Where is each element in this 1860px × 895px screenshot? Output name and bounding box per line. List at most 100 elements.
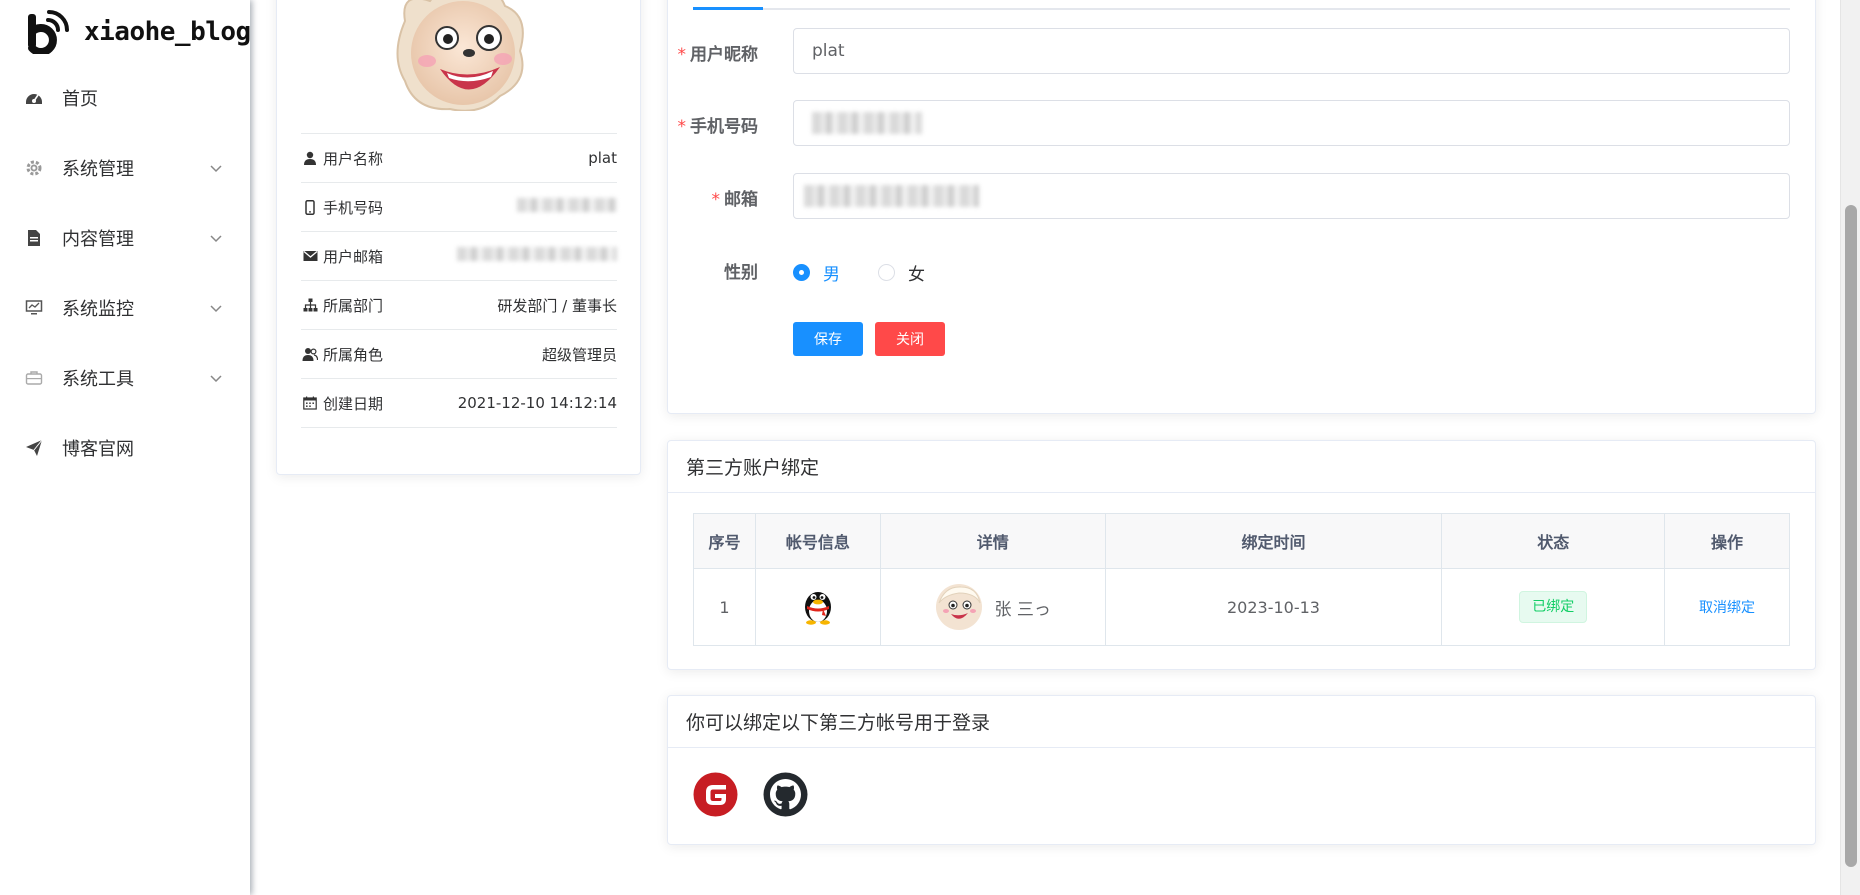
paper-plane-icon: [24, 438, 44, 458]
radio-dot: [878, 264, 895, 281]
cell-account: [754, 568, 881, 646]
nickname-input[interactable]: plat: [793, 28, 1790, 74]
profile-row-label: 手机号码: [323, 198, 384, 217]
sidebar-item-label: 系统工具: [62, 369, 134, 390]
column-header: 操作: [1664, 513, 1790, 569]
user-icon: [301, 149, 319, 167]
profile-row-value-redacted: [457, 247, 617, 265]
profile-edit-card: * 用户昵称 plat * 手机号码 * 邮箱 性别 男 女 保存 关闭: [667, 0, 1816, 414]
email-input[interactable]: [793, 173, 1790, 219]
login-options-card: 你可以绑定以下第三方帐号用于登录: [667, 695, 1816, 845]
logo-icon: [26, 10, 70, 56]
profile-row-value: plat: [588, 149, 617, 167]
sidebar-item-label: 系统管理: [62, 159, 134, 180]
profile-row-username: 用户名称 plat: [301, 134, 617, 183]
nickname-value: plat: [812, 41, 845, 61]
phone-value-redacted: [812, 112, 922, 134]
profile-row-label: 用户名称: [323, 149, 384, 168]
profile-row-label: 所属部门: [323, 296, 384, 315]
sidebar-item-tools[interactable]: 系统工具: [0, 343, 250, 413]
phone-icon: [301, 198, 319, 216]
status-badge: 已绑定: [1519, 591, 1588, 623]
table-row: 1 张 三っ 2023-10-13 已绑定 取消绑定: [693, 568, 1790, 646]
sidebar-item-home[interactable]: 首页: [0, 63, 250, 133]
monitor-icon: [24, 298, 44, 318]
sidebar-item-system[interactable]: 系统管理: [0, 133, 250, 203]
profile-row-value: 超级管理员: [541, 345, 617, 364]
form-row-email: * 邮箱: [668, 173, 1817, 219]
cell-detail: 张 三っ: [879, 568, 1106, 646]
chevron-down-icon: [210, 305, 222, 313]
close-button[interactable]: 关闭: [875, 322, 945, 356]
profile-row-label: 用户邮箱: [323, 247, 384, 266]
tab-bar-divider: [693, 8, 1790, 10]
phone-label: * 手机号码: [677, 117, 759, 137]
profile-card: 用户名称 plat 手机号码 用户邮箱 所属部门 研发部门 / 董事长 所属角色…: [276, 0, 641, 475]
profile-row-value: 2021-12-10 14:12:14: [457, 394, 617, 412]
vertical-scrollbar[interactable]: [1840, 0, 1860, 895]
logo[interactable]: xiaohe_blog: [26, 10, 251, 56]
card-title: 第三方账户绑定: [668, 441, 1815, 493]
sidebar: xiaohe_blog 首页 系统管理 内容管理 系统监控 系统工具 博客官网: [0, 0, 251, 895]
nickname-label: * 用户昵称: [677, 45, 759, 65]
scrollbar-thumb[interactable]: [1845, 205, 1857, 867]
qq-penguin-icon: [804, 592, 831, 625]
profile-row-created: 创建日期 2021-12-10 14:12:14: [301, 379, 617, 428]
profile-row-dept: 所属部门 研发部门 / 董事长: [301, 281, 617, 330]
table-header-row: 序号 帐号信息 详情 绑定时间 状态 操作: [693, 513, 1790, 569]
form-row-nickname: * 用户昵称 plat: [668, 28, 1817, 74]
column-header: 详情: [879, 513, 1106, 569]
sidebar-item-monitor[interactable]: 系统监控: [0, 273, 250, 343]
github-icon[interactable]: [763, 772, 808, 817]
chevron-down-icon: [210, 235, 222, 243]
gear-icon: [24, 158, 44, 178]
document-icon: [24, 228, 44, 248]
mail-icon: [301, 247, 319, 265]
sidebar-item-blog-site[interactable]: 博客官网: [0, 413, 250, 483]
column-header: 帐号信息: [754, 513, 881, 569]
profile-row-label: 创建日期: [323, 394, 384, 413]
phone-input[interactable]: [793, 100, 1790, 146]
chevron-down-icon: [210, 375, 222, 383]
profile-row-email: 用户邮箱: [301, 232, 617, 281]
radio-label: 男: [823, 265, 840, 285]
sidebar-item-label: 内容管理: [62, 229, 134, 250]
bound-user-name: 张 三っ: [994, 599, 1051, 620]
radio-dot-checked: [793, 264, 810, 281]
provider-icons: [693, 772, 808, 817]
sidebar-item-label: 博客官网: [62, 439, 134, 460]
chevron-down-icon: [210, 165, 222, 173]
users-icon: [301, 345, 319, 363]
column-header: 序号: [693, 513, 756, 569]
sidebar-item-content[interactable]: 内容管理: [0, 203, 250, 273]
sidebar-menu: 首页 系统管理 内容管理 系统监控 系统工具 博客官网: [0, 63, 250, 483]
toolbox-icon: [24, 368, 44, 388]
email-value-redacted: [804, 185, 979, 207]
profile-row-label: 所属角色: [323, 345, 384, 364]
user-avatar: [935, 584, 982, 630]
profile-row-value: 研发部门 / 董事长: [497, 296, 617, 315]
card-title: 你可以绑定以下第三方帐号用于登录: [668, 696, 1815, 748]
gender-radio-male[interactable]: 男: [793, 260, 840, 285]
gender-label: 性别: [724, 263, 758, 283]
form-row-phone: * 手机号码: [668, 100, 1817, 146]
app-name: xiaohe_blog: [84, 17, 251, 47]
third-party-binding-card: 第三方账户绑定 序号 帐号信息 详情 绑定时间 状态 操作 1 张 三っ 202…: [667, 440, 1816, 670]
sidebar-item-label: 首页: [62, 89, 98, 110]
form-row-gender: 性别 男 女: [668, 246, 1817, 292]
gender-radio-female[interactable]: 女: [878, 260, 925, 285]
avatar[interactable]: [385, 0, 535, 112]
profile-info-list: 用户名称 plat 手机号码 用户邮箱 所属部门 研发部门 / 董事长 所属角色…: [301, 133, 617, 428]
profile-row-value-redacted: [517, 198, 617, 216]
email-label: * 邮箱: [711, 190, 759, 210]
profile-row-phone: 手机号码: [301, 183, 617, 232]
binding-table: 序号 帐号信息 详情 绑定时间 状态 操作 1 张 三っ 2023-10-13 …: [693, 513, 1790, 646]
column-header: 绑定时间: [1104, 513, 1443, 569]
gitee-icon[interactable]: [693, 772, 738, 817]
save-button[interactable]: 保存: [793, 322, 863, 356]
dashboard-icon: [24, 88, 44, 108]
org-tree-icon: [301, 296, 319, 314]
unbind-link[interactable]: 取消绑定: [1699, 600, 1755, 616]
cell-bind-time: 2023-10-13: [1104, 568, 1443, 646]
column-header: 状态: [1441, 513, 1666, 569]
